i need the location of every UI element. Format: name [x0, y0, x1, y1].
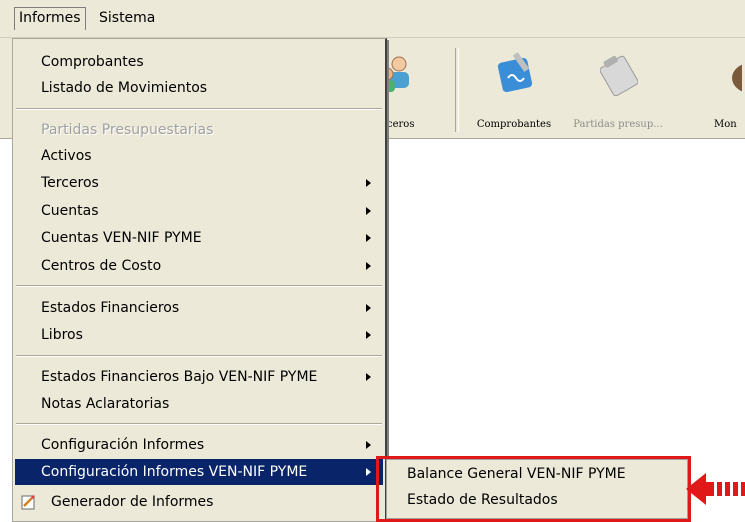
toolbar-separator	[455, 48, 459, 132]
menu-item-listado-movimientos[interactable]: Listado de Movimientos	[15, 75, 383, 101]
menu-item-estados-ven-nif[interactable]: Estados Financieros Bajo VEN-NIF PYME	[15, 364, 383, 390]
toolbar-partidas-button[interactable]: Partidas presup...	[570, 46, 666, 132]
menu-item-label: Partidas Presupuestarias	[41, 122, 214, 138]
menu-bar: Informes Sistema	[0, 0, 745, 38]
toolbar-comprobantes-button[interactable]: Comprobantes	[466, 46, 562, 132]
menu-item-activos[interactable]: Activos	[15, 143, 383, 169]
informes-dropdown-menu: Comprobantes Listado de Movimientos Part…	[12, 38, 387, 522]
menu-separator	[16, 423, 382, 425]
menu-separator	[16, 285, 382, 287]
menu-item-label: Libros	[41, 327, 83, 343]
toolbar-monedas-button[interactable]: Mon	[674, 46, 745, 132]
toolbar-partidas-label: Partidas presup...	[573, 119, 663, 130]
menu-informes[interactable]: Informes	[14, 7, 86, 30]
menu-informes-label: Informes	[19, 10, 81, 26]
annotation-highlight-box	[376, 456, 691, 522]
menu-separator	[16, 108, 382, 110]
menu-item-comprobantes[interactable]: Comprobantes	[15, 49, 383, 75]
menu-item-centros-costo[interactable]: Centros de Costo	[15, 253, 383, 279]
report-generator-icon	[21, 495, 35, 510]
menu-item-label: Centros de Costo	[41, 258, 162, 274]
toolbar-comprobantes-label: Comprobantes	[476, 119, 552, 130]
menu-item-label: Generador de Informes	[51, 494, 214, 510]
toolbar-monedas-label: Mon	[714, 119, 737, 130]
menu-item-label: Comprobantes	[41, 54, 144, 70]
submenu-arrow-icon	[366, 304, 371, 312]
menu-item-label: Terceros	[41, 175, 99, 191]
menu-separator	[16, 355, 382, 357]
submenu-arrow-icon	[366, 179, 371, 187]
menu-sistema[interactable]: Sistema	[95, 7, 159, 29]
annotation-arrow-icon	[686, 473, 745, 505]
submenu-arrow-icon	[366, 468, 371, 476]
menu-item-label: Estados Financieros Bajo VEN-NIF PYME	[41, 369, 318, 385]
menu-item-partidas-presupuestarias: Partidas Presupuestarias	[15, 117, 383, 143]
submenu-arrow-icon	[366, 441, 371, 449]
menu-item-label: Configuración Informes	[41, 437, 205, 453]
menu-item-configuracion-ven-nif[interactable]: Configuración Informes VEN-NIF PYME	[15, 459, 383, 485]
submenu-arrow-icon	[366, 234, 371, 242]
voucher-pen-icon	[497, 52, 533, 93]
menu-item-estados-financieros[interactable]: Estados Financieros	[15, 295, 383, 321]
menu-item-label: Estados Financieros	[41, 300, 180, 316]
menu-sistema-label: Sistema	[99, 10, 156, 26]
menu-item-label: Listado de Movimientos	[41, 80, 208, 96]
menu-item-label: Notas Aclaratorias	[41, 396, 170, 412]
menu-item-label: Activos	[41, 148, 92, 164]
menu-item-label: Cuentas VEN-NIF PYME	[41, 230, 202, 246]
menu-item-notas-aclaratorias[interactable]: Notas Aclaratorias	[15, 391, 383, 417]
submenu-arrow-icon	[366, 207, 371, 215]
clipboard-icon	[600, 55, 638, 96]
menu-item-cuentas[interactable]: Cuentas	[15, 198, 383, 224]
submenu-arrow-icon	[366, 331, 371, 339]
menu-item-label: Configuración Informes VEN-NIF PYME	[41, 464, 308, 480]
submenu-arrow-icon	[366, 262, 371, 270]
menu-item-label: Cuentas	[41, 203, 99, 219]
toolbar-terceros-label: ceros	[387, 119, 415, 130]
menu-item-configuracion-informes[interactable]: Configuración Informes	[15, 432, 383, 458]
coin-icon	[732, 64, 742, 92]
menu-item-generador-informes[interactable]: Generador de Informes	[15, 489, 383, 515]
menu-item-libros[interactable]: Libros	[15, 322, 383, 348]
menu-item-terceros[interactable]: Terceros	[15, 170, 383, 196]
submenu-arrow-icon	[366, 373, 371, 381]
menu-item-cuentas-ven-nif[interactable]: Cuentas VEN-NIF PYME	[15, 225, 383, 251]
